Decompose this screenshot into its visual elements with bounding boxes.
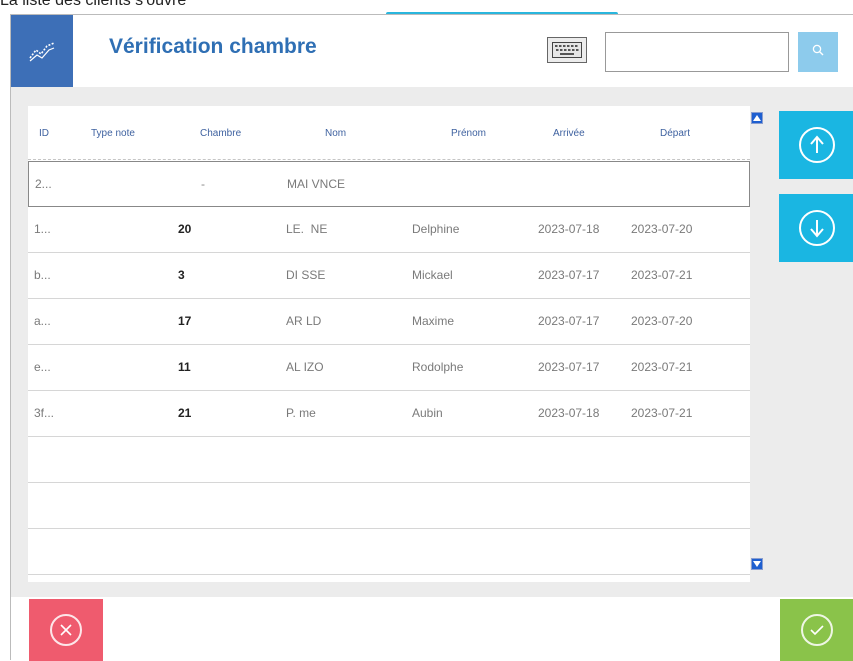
cell-chambre: 3 (178, 268, 185, 282)
column-header-nom: Nom (325, 128, 347, 139)
cell-id: 1... (34, 222, 51, 236)
cell-arrivee: 2023-07-17 (538, 360, 600, 374)
column-header-chambre: Chambre (200, 128, 242, 139)
header-divider (28, 159, 750, 160)
cell-id: e... (34, 360, 51, 374)
column-header-id: ID (39, 128, 49, 139)
arrow-up-icon (798, 127, 835, 163)
cell-chambre: 20 (178, 222, 192, 236)
table-row[interactable]: 1... 20 LE. NE Delphine 2023-07-18 2023-… (28, 207, 750, 253)
column-header-depart: Départ (660, 128, 691, 139)
column-header-type-note: Type note (91, 128, 135, 139)
cell-id: b... (34, 268, 51, 282)
column-header-prenom: Prénom (451, 128, 487, 139)
footer (11, 597, 853, 661)
table-scrollbar[interactable] (750, 106, 764, 582)
cell-nom: DI SSE (286, 268, 326, 282)
page-up-button[interactable] (779, 111, 853, 179)
cell-nom: MAI VNCE (287, 177, 346, 191)
cell-id: 3f... (34, 406, 55, 420)
cell-chambre: 17 (178, 314, 192, 328)
cell-arrivee: 2023-07-18 (538, 222, 600, 236)
cell-chambre: - (201, 177, 205, 191)
cell-nom: P. me (286, 406, 316, 420)
table-row[interactable]: 3f... 21 P. me Aubin 2023-07-18 2023-07-… (28, 391, 750, 437)
cell-id: 2... (35, 177, 52, 191)
close-icon (50, 614, 82, 646)
table-header: ID Type note Chambre Nom Prénom Arrivée … (28, 106, 750, 160)
table-row[interactable]: 2... - MAI VNCE (28, 161, 750, 207)
cell-id: a... (34, 314, 51, 328)
cell-prenom: Delphine (412, 222, 460, 236)
cell-arrivee: 2023-07-17 (538, 314, 600, 328)
app-window: Vérification chambre ID Type note Chambr… (10, 14, 853, 661)
scroll-up-arrow-icon[interactable] (751, 112, 763, 124)
cell-depart: 2023-07-20 (631, 222, 693, 236)
cell-nom: AR LD (286, 314, 322, 328)
confirm-button[interactable] (780, 599, 853, 661)
table-row[interactable]: b... 3 DI SSE Mickael 2023-07-17 2023-07… (28, 253, 750, 299)
page-down-button[interactable] (779, 194, 853, 262)
cell-arrivee: 2023-07-17 (538, 268, 600, 282)
table-row[interactable] (28, 529, 750, 575)
chart-line-icon (11, 15, 73, 87)
page-title: Vérification chambre (109, 35, 317, 58)
table-row[interactable] (28, 483, 750, 529)
cell-prenom: Maxime (412, 314, 455, 328)
cell-chambre: 11 (178, 360, 191, 374)
content-area: ID Type note Chambre Nom Prénom Arrivée … (11, 87, 853, 597)
cell-depart: 2023-07-21 (631, 360, 693, 374)
cell-chambre: 21 (178, 406, 192, 420)
check-icon (801, 614, 833, 646)
cell-depart: 2023-07-21 (631, 268, 693, 282)
cell-depart: 2023-07-21 (631, 406, 693, 420)
search-button[interactable] (798, 32, 838, 72)
cell-nom: LE. NE (286, 222, 328, 236)
keyboard-icon[interactable] (547, 37, 587, 63)
scroll-down-arrow-icon[interactable] (751, 558, 763, 570)
cell-prenom: Mickael (412, 268, 453, 282)
client-table: ID Type note Chambre Nom Prénom Arrivée … (28, 106, 750, 582)
column-header-arrivee: Arrivée (553, 128, 585, 139)
table-row[interactable]: a... 17 AR LD Maxime 2023-07-17 2023-07-… (28, 299, 750, 345)
search-icon (812, 43, 824, 61)
cell-nom: AL IZO (286, 360, 324, 374)
cell-arrivee: 2023-07-18 (538, 406, 600, 420)
table-row[interactable] (28, 437, 750, 483)
header: Vérification chambre (11, 15, 853, 87)
caption-text: La liste des clients s'ouvre (0, 0, 187, 9)
cell-prenom: Aubin (412, 406, 443, 420)
cell-depart: 2023-07-20 (631, 314, 693, 328)
cancel-button[interactable] (29, 599, 103, 661)
cell-prenom: Rodolphe (412, 360, 464, 374)
table-row[interactable]: e... 11 AL IZO Rodolphe 2023-07-17 2023-… (28, 345, 750, 391)
arrow-down-icon (798, 210, 835, 246)
search-input[interactable] (605, 32, 789, 72)
